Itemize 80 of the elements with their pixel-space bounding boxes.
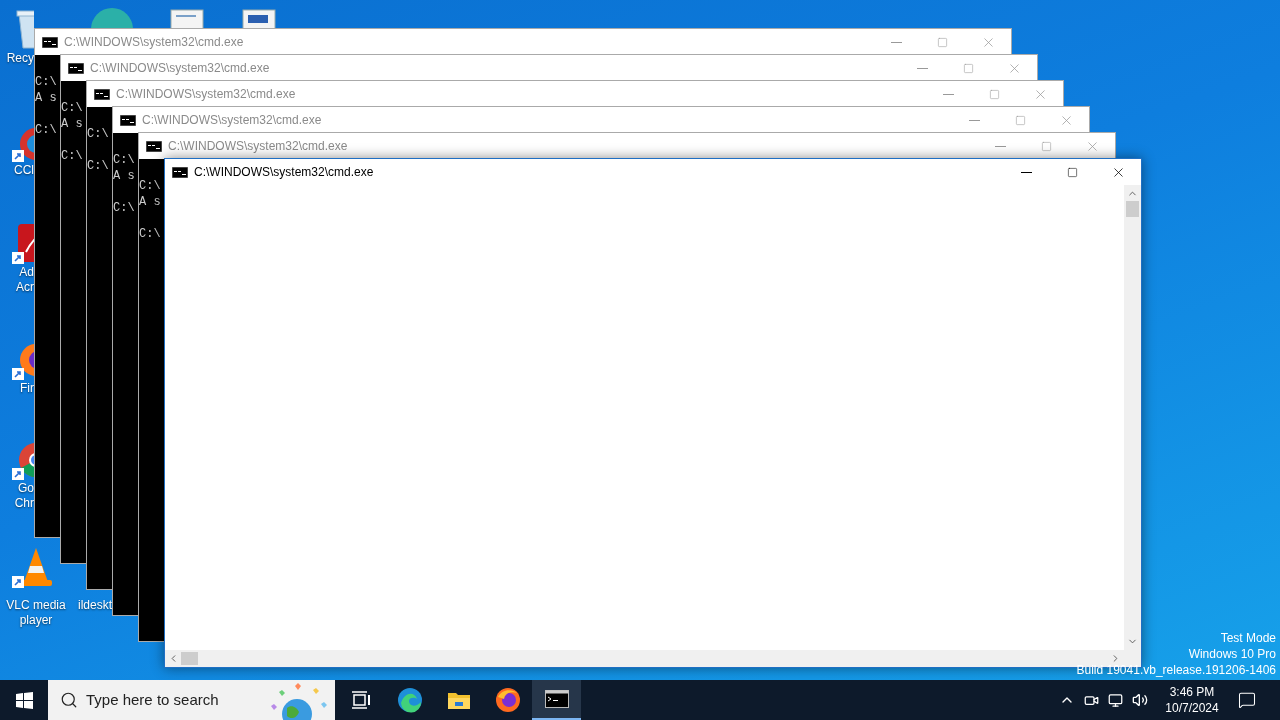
document-icon[interactable] [242, 9, 276, 28]
icon-label[interactable]: ildeskt [78, 598, 112, 612]
console-text: A s [61, 117, 83, 131]
window-title: C:\WINDOWS\system32\cmd.exe [90, 60, 270, 77]
maximize-icon [1066, 166, 1078, 178]
console-text: C:\ [113, 201, 135, 215]
minimize-icon [890, 41, 902, 43]
maximize-icon [1014, 114, 1026, 126]
horizontal-scrollbar[interactable] [165, 650, 1124, 667]
icon-label[interactable]: Go [18, 481, 34, 495]
title-bar[interactable]: C:\WINDOWS\system32\cmd.exe [35, 29, 1011, 55]
console-text: C:\ [35, 75, 57, 89]
console-text: C:\ [61, 149, 83, 163]
clock-date: 10/7/2024 [1165, 700, 1219, 716]
task-view-icon [350, 691, 371, 709]
folder-icon [446, 690, 471, 710]
window-title: C:\WINDOWS\system32\cmd.exe [116, 86, 296, 103]
search-field[interactable]: Type here to search [48, 680, 335, 720]
maximize-icon [936, 36, 948, 48]
search-input[interactable]: Type here to search [86, 688, 256, 712]
scroll-thumb[interactable] [1126, 201, 1139, 217]
console-icon [120, 114, 136, 126]
console-icon [68, 62, 84, 74]
console-text: A s [139, 195, 161, 209]
vertical-scrollbar[interactable] [1124, 185, 1141, 650]
console-text: C:\ [87, 127, 109, 141]
window-title: C:\WINDOWS\system32\cmd.exe [168, 138, 348, 155]
window-title: C:\WINDOWS\system32\cmd.exe [194, 164, 374, 181]
console-text: A s [113, 169, 135, 183]
windows-logo-icon [15, 691, 33, 709]
console-text: C:\ [113, 153, 135, 167]
maximize-icon [962, 62, 974, 74]
volume-icon[interactable] [1132, 692, 1148, 708]
console-text: C:\ [61, 101, 83, 115]
scroll-thumb[interactable] [181, 652, 198, 665]
clock[interactable]: 3:46 PM 10/7/2024 [1160, 684, 1224, 716]
console-icon [544, 690, 569, 708]
title-bar[interactable]: C:\WINDOWS\system32\cmd.exe [165, 159, 1141, 185]
browser-icon[interactable] [88, 5, 136, 28]
icon-label[interactable]: VLC media [6, 598, 66, 612]
network-icon[interactable] [1108, 692, 1123, 708]
browser-icon [494, 687, 521, 713]
icon-label[interactable]: Chr [14, 496, 34, 510]
browser-icon [396, 687, 423, 713]
console-text: C:\ [87, 159, 109, 173]
system-info-text: Build 19041.vb_release.191206-1406 [1076, 662, 1276, 678]
icon-label[interactable]: Recy [6, 51, 34, 65]
window-title: C:\WINDOWS\system32\cmd.exe [64, 34, 244, 51]
title-bar[interactable]: C:\WINDOWS\system32\cmd.exe [113, 107, 1089, 133]
maximize-icon [1040, 140, 1052, 152]
console-icon [146, 140, 162, 152]
icon-label[interactable]: Ad [19, 265, 34, 279]
window-title: C:\WINDOWS\system32\cmd.exe [142, 112, 322, 129]
search-icon [60, 691, 78, 709]
maximize-icon [988, 88, 1000, 100]
console-icon [94, 88, 110, 100]
minimize-icon [942, 93, 954, 95]
console-text: C:\ [139, 179, 161, 193]
system-info-text: Test Mode [1220, 630, 1276, 646]
title-bar[interactable]: C:\WINDOWS\system32\cmd.exe [139, 133, 1115, 159]
minimize-icon [994, 145, 1006, 147]
icon-label[interactable]: Fir [20, 381, 34, 395]
minimize-icon [968, 119, 980, 121]
document-icon[interactable] [170, 9, 204, 28]
system-info-text: Windows 10 Pro [1188, 646, 1276, 662]
title-bar[interactable]: C:\WINDOWS\system32\cmd.exe [87, 81, 1063, 107]
console-icon [42, 36, 58, 48]
icon-label[interactable]: Acr [16, 280, 34, 294]
console-text: C:\ [35, 123, 57, 137]
taskbar-app-button[interactable] [532, 680, 581, 720]
console-text: A s [35, 91, 57, 105]
clock-time: 3:46 PM [1169, 684, 1215, 700]
minimize-icon [1020, 171, 1032, 173]
icon-label[interactable]: player [19, 613, 53, 627]
minimize-icon [916, 67, 928, 69]
console-icon [172, 166, 188, 178]
console-text: C:\ [139, 227, 161, 241]
title-bar[interactable]: C:\WINDOWS\system32\cmd.exe [61, 55, 1037, 81]
notification-icon[interactable] [1238, 691, 1256, 709]
icon-label[interactable]: CCl [14, 163, 34, 177]
